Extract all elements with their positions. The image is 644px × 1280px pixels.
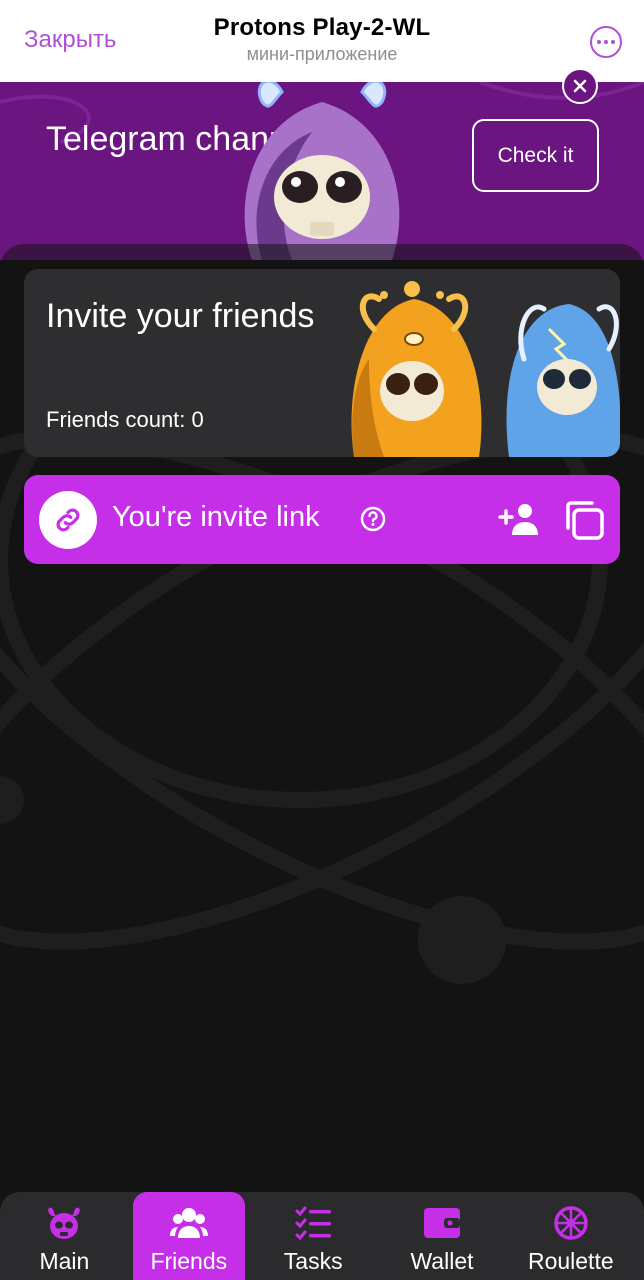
link-button[interactable]	[39, 491, 97, 549]
title-block: Protons Play-2-WL мини-приложение	[0, 14, 644, 65]
nav-item-wallet[interactable]: Wallet	[378, 1192, 507, 1280]
copy-icon[interactable]	[562, 498, 606, 542]
monster-head-icon	[48, 1207, 81, 1239]
nav-label-tasks: Tasks	[283, 1248, 343, 1274]
telegram-header: Закрыть Protons Play-2-WL мини-приложени…	[0, 0, 644, 82]
banner-close-button[interactable]	[562, 68, 598, 104]
invite-link-label[interactable]: You're invite link	[112, 501, 320, 534]
nav-label-roulette: Roulette	[527, 1248, 614, 1274]
nav-label-friends: Friends	[150, 1248, 228, 1274]
nav-label-wallet: Wallet	[410, 1248, 474, 1274]
dot-icon	[611, 40, 615, 44]
more-options-button[interactable]	[590, 26, 622, 58]
people-icon	[169, 1208, 208, 1238]
invite-link-bar: You're invite link	[24, 475, 620, 564]
checklist-icon	[295, 1206, 332, 1240]
close-icon	[573, 79, 587, 93]
app-subtitle: мини-приложение	[246, 44, 398, 64]
nav-item-main[interactable]: Main	[0, 1192, 129, 1280]
dot-icon	[604, 40, 608, 44]
purple-monster-illustration	[244, 82, 400, 260]
telegram-channel-banner: Telegram channel Check it	[0, 82, 644, 260]
link-icon	[56, 508, 80, 532]
add-friend-icon[interactable]	[498, 501, 540, 537]
app-title: Protons Play-2-WL	[213, 14, 431, 41]
invite-title: Invite your friends	[46, 297, 315, 335]
wallet-icon	[423, 1208, 460, 1238]
invite-friends-card: Invite your friends Friends count: 0	[24, 269, 620, 457]
nav-item-tasks[interactable]: Tasks	[249, 1192, 378, 1280]
monsters-illustration	[351, 281, 620, 457]
roulette-wheel-icon	[554, 1206, 588, 1240]
help-icon[interactable]	[360, 506, 386, 532]
check-it-button[interactable]: Check it	[472, 119, 599, 192]
nav-item-roulette[interactable]: Roulette	[506, 1192, 635, 1280]
friends-count: Friends count: 0	[46, 407, 204, 432]
nav-item-friends[interactable]: Friends	[132, 1192, 245, 1280]
dot-icon	[597, 40, 601, 44]
nav-label-main: Main	[39, 1248, 90, 1274]
bottom-navigation: Main Friends Tasks Wallet Roulette	[0, 1192, 644, 1280]
